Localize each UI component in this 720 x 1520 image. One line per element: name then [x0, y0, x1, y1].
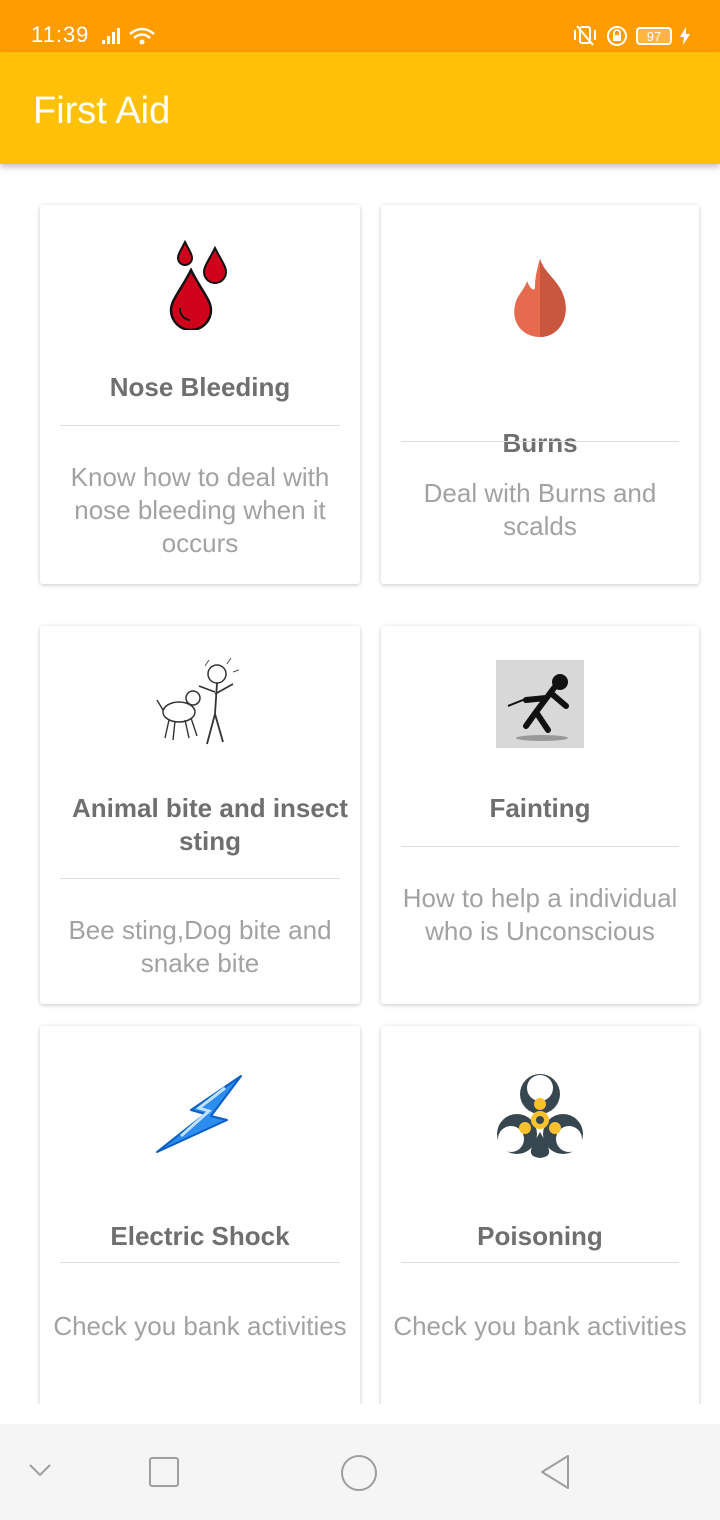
card-description: Check you bank activities: [393, 1311, 687, 1341]
card-description: How to help a individual who is Unconsci…: [402, 883, 678, 946]
card-description: Check you bank activities: [53, 1311, 347, 1341]
biohazard-icon: [497, 1074, 583, 1158]
card-title: Nose Bleeding: [109, 372, 291, 402]
vibrate-icon: [574, 25, 596, 46]
card-description: Deal with Burns and scalds: [423, 478, 657, 541]
card-description: Bee sting,Dog bite and snake bite: [68, 915, 332, 978]
card-grid[interactable]: Nose Bleeding Know how to deal with nose…: [0, 164, 720, 1404]
card-icon-wrap: [381, 1072, 699, 1164]
status-time: 11:39: [31, 22, 90, 47]
fire-icon: [514, 259, 566, 337]
card-title: Fainting: [489, 793, 591, 823]
card-description: Know how to deal with nose bleeding when…: [70, 462, 330, 558]
app-title: First Aid: [33, 90, 171, 132]
card-icon-wrap: [40, 1074, 360, 1164]
lightning-icon: [156, 1075, 242, 1153]
status-bar: 11:39 97: [0, 0, 720, 52]
status-icons-right: 97: [572, 25, 690, 47]
signal-icon: [102, 27, 155, 45]
card-title: Animal bite and insect sting: [72, 793, 348, 856]
card-divider: [60, 878, 340, 879]
card-icon-wrap: [40, 240, 360, 330]
card-nose-bleeding[interactable]: Nose Bleeding Know how to deal with nose…: [40, 205, 360, 584]
charging-icon: [680, 27, 690, 45]
chevron-down-icon[interactable]: [28, 1462, 52, 1478]
recent-apps-button[interactable]: [148, 1456, 180, 1488]
card-title: Burns: [502, 428, 578, 458]
blood-drops-icon: [169, 240, 228, 330]
card-icon-wrap: [40, 656, 360, 752]
lock-rotation-icon: [607, 26, 627, 46]
card-title: Poisoning: [477, 1221, 603, 1251]
card-icon-wrap: [381, 257, 699, 339]
card-divider: [401, 441, 679, 442]
back-button[interactable]: [538, 1454, 572, 1490]
card-animal-bite[interactable]: Animal bite and insect sting Bee sting,D…: [40, 626, 360, 1004]
card-divider: [401, 846, 679, 847]
card-divider: [60, 1262, 340, 1263]
status-icons-left: [102, 24, 158, 51]
card-fainting[interactable]: Fainting How to help a individual who is…: [381, 626, 699, 1004]
card-poisoning[interactable]: Poisoning Check you bank activities: [381, 1026, 699, 1404]
app-bar: First Aid: [0, 52, 720, 164]
card-electric-shock[interactable]: Electric Shock Check you bank activities: [40, 1026, 360, 1404]
fainting-image: [496, 660, 584, 748]
battery-indicator: 97: [636, 27, 672, 45]
card-divider: [60, 425, 340, 426]
card-divider: [401, 1262, 679, 1263]
card-icon-wrap: [381, 660, 699, 748]
dog-bite-image: [155, 656, 245, 752]
card-burns[interactable]: Burns Deal with Burns and scalds: [381, 205, 699, 584]
home-button[interactable]: [340, 1454, 378, 1492]
card-title: Electric Shock: [110, 1221, 290, 1251]
navigation-bar: [0, 1424, 720, 1520]
